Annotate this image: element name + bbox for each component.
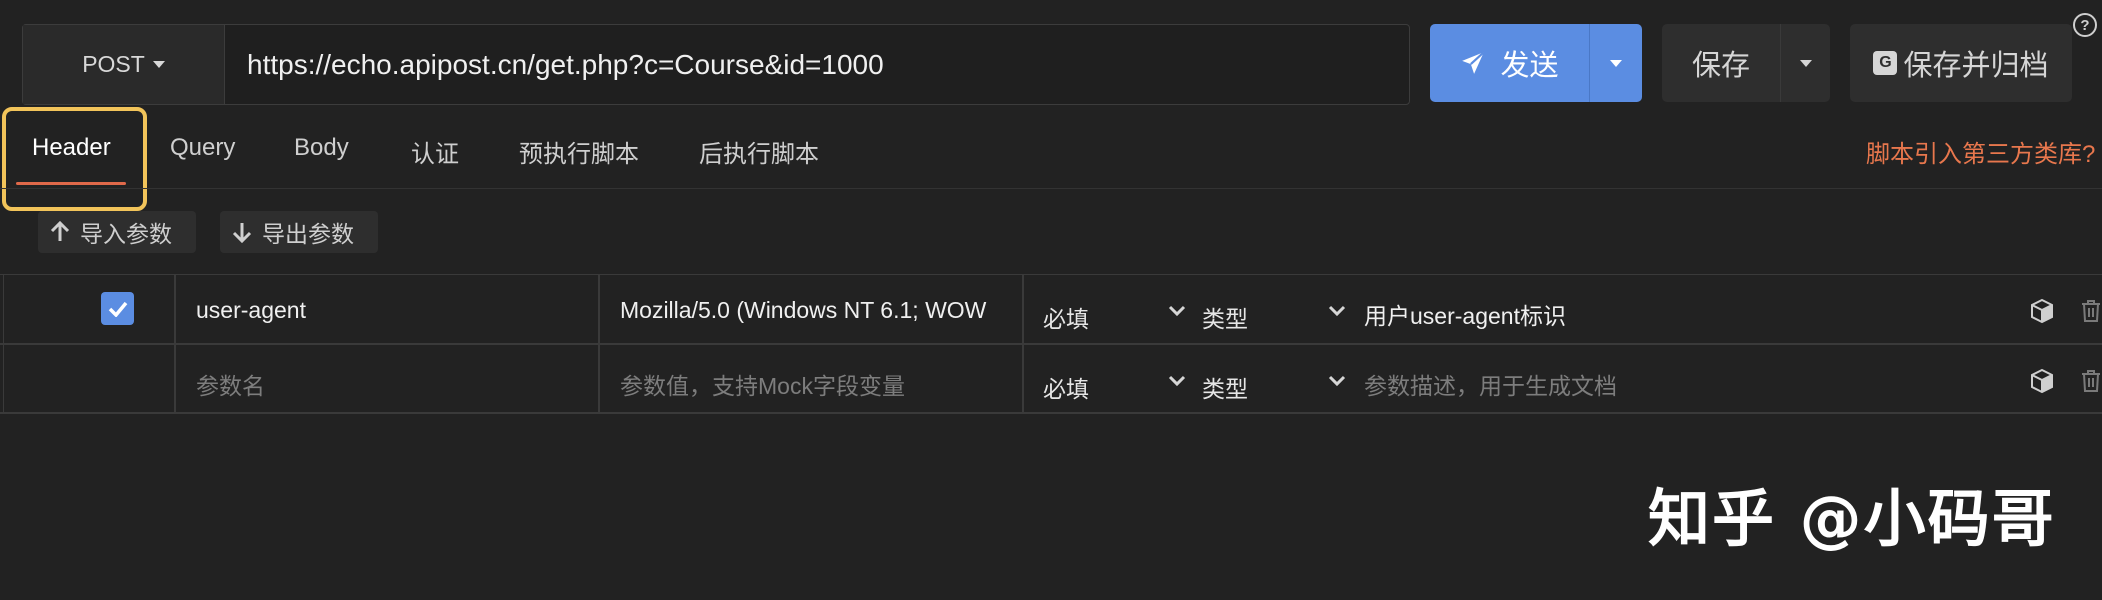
mock-cube-icon[interactable] xyxy=(2030,368,2054,394)
chevron-down-icon[interactable] xyxy=(1328,375,1346,387)
table-border xyxy=(0,343,2102,345)
third-party-library-link[interactable]: 脚本引入第三方类库? xyxy=(1866,134,2095,169)
help-icon[interactable]: ? xyxy=(2073,13,2097,37)
watermark: 知乎 @小码哥 xyxy=(1648,482,2056,555)
param-description-input[interactable]: 用户user-agent标识 xyxy=(1364,297,1964,331)
save-button-group: 保存 xyxy=(1662,24,1830,102)
save-button[interactable]: 保存 xyxy=(1662,24,1780,102)
required-select[interactable]: 必填 xyxy=(1043,300,1089,334)
table-border xyxy=(0,412,2102,414)
save-archive-label: 保存并归档 xyxy=(1903,50,2049,82)
method-label: POST xyxy=(82,51,145,77)
method-select[interactable]: POST xyxy=(23,25,225,104)
arrow-down-icon xyxy=(232,223,252,243)
import-params-label: 导入参数 xyxy=(80,221,172,247)
tab-body[interactable]: Body xyxy=(294,134,349,162)
table-border xyxy=(0,274,2102,275)
request-bar: POST xyxy=(22,24,1410,105)
trash-icon[interactable] xyxy=(2081,299,2101,323)
tab-auth[interactable]: 认证 xyxy=(411,134,459,169)
chevron-down-icon[interactable] xyxy=(1168,375,1186,387)
required-select[interactable]: 必填 xyxy=(1043,370,1089,404)
chevron-down-icon xyxy=(1799,59,1812,67)
type-select[interactable]: 类型 xyxy=(1202,370,1248,404)
table-border xyxy=(3,274,4,414)
param-name-input[interactable]: user-agent xyxy=(196,297,586,324)
param-value-input[interactable]: Mozilla/5.0 (Windows NT 6.1; WOW xyxy=(620,297,1010,324)
type-select[interactable]: 类型 xyxy=(1202,300,1248,334)
table-border xyxy=(1022,274,1024,414)
export-params-button[interactable]: 导出参数 xyxy=(220,211,378,253)
url-input[interactable] xyxy=(225,25,1409,104)
tab-query[interactable]: Query xyxy=(170,134,235,162)
tab-header[interactable]: Header xyxy=(32,134,111,162)
export-params-label: 导出参数 xyxy=(262,221,354,247)
param-name-input[interactable]: 参数名 xyxy=(196,367,265,401)
tab-post-script[interactable]: 后执行脚本 xyxy=(699,134,819,169)
mock-cube-icon[interactable] xyxy=(2030,298,2054,324)
tabs-divider xyxy=(0,188,2102,189)
chevron-down-icon[interactable] xyxy=(1328,305,1346,317)
chevron-down-icon xyxy=(152,61,165,68)
send-label: 发送 xyxy=(1500,50,1559,82)
table-border xyxy=(598,274,600,414)
tab-pre-script[interactable]: 预执行脚本 xyxy=(519,134,639,169)
send-button[interactable]: 发送 xyxy=(1430,24,1589,102)
import-params-button[interactable]: 导入参数 xyxy=(38,211,196,253)
archive-icon: G xyxy=(1873,51,1898,75)
send-button-group: 发送 xyxy=(1430,24,1642,102)
param-description-input[interactable]: 参数描述，用于生成文档 xyxy=(1364,367,1617,401)
trash-icon[interactable] xyxy=(2081,369,2101,393)
checkmark-icon xyxy=(108,301,127,317)
chevron-down-icon[interactable] xyxy=(1168,305,1186,317)
chevron-down-icon xyxy=(1610,59,1622,67)
param-value-input[interactable]: 参数值，支持Mock字段变量 xyxy=(620,367,905,401)
arrow-up-icon xyxy=(50,221,70,241)
active-tab-indicator xyxy=(16,182,126,185)
save-and-archive-button[interactable]: G 保存并归档 xyxy=(1850,24,2072,102)
paper-plane-icon xyxy=(1462,51,1486,74)
save-label: 保存 xyxy=(1691,50,1750,82)
save-options-button[interactable] xyxy=(1780,24,1830,102)
send-options-button[interactable] xyxy=(1589,24,1642,102)
row-enabled-checkbox[interactable] xyxy=(101,292,134,325)
table-border xyxy=(174,274,176,414)
